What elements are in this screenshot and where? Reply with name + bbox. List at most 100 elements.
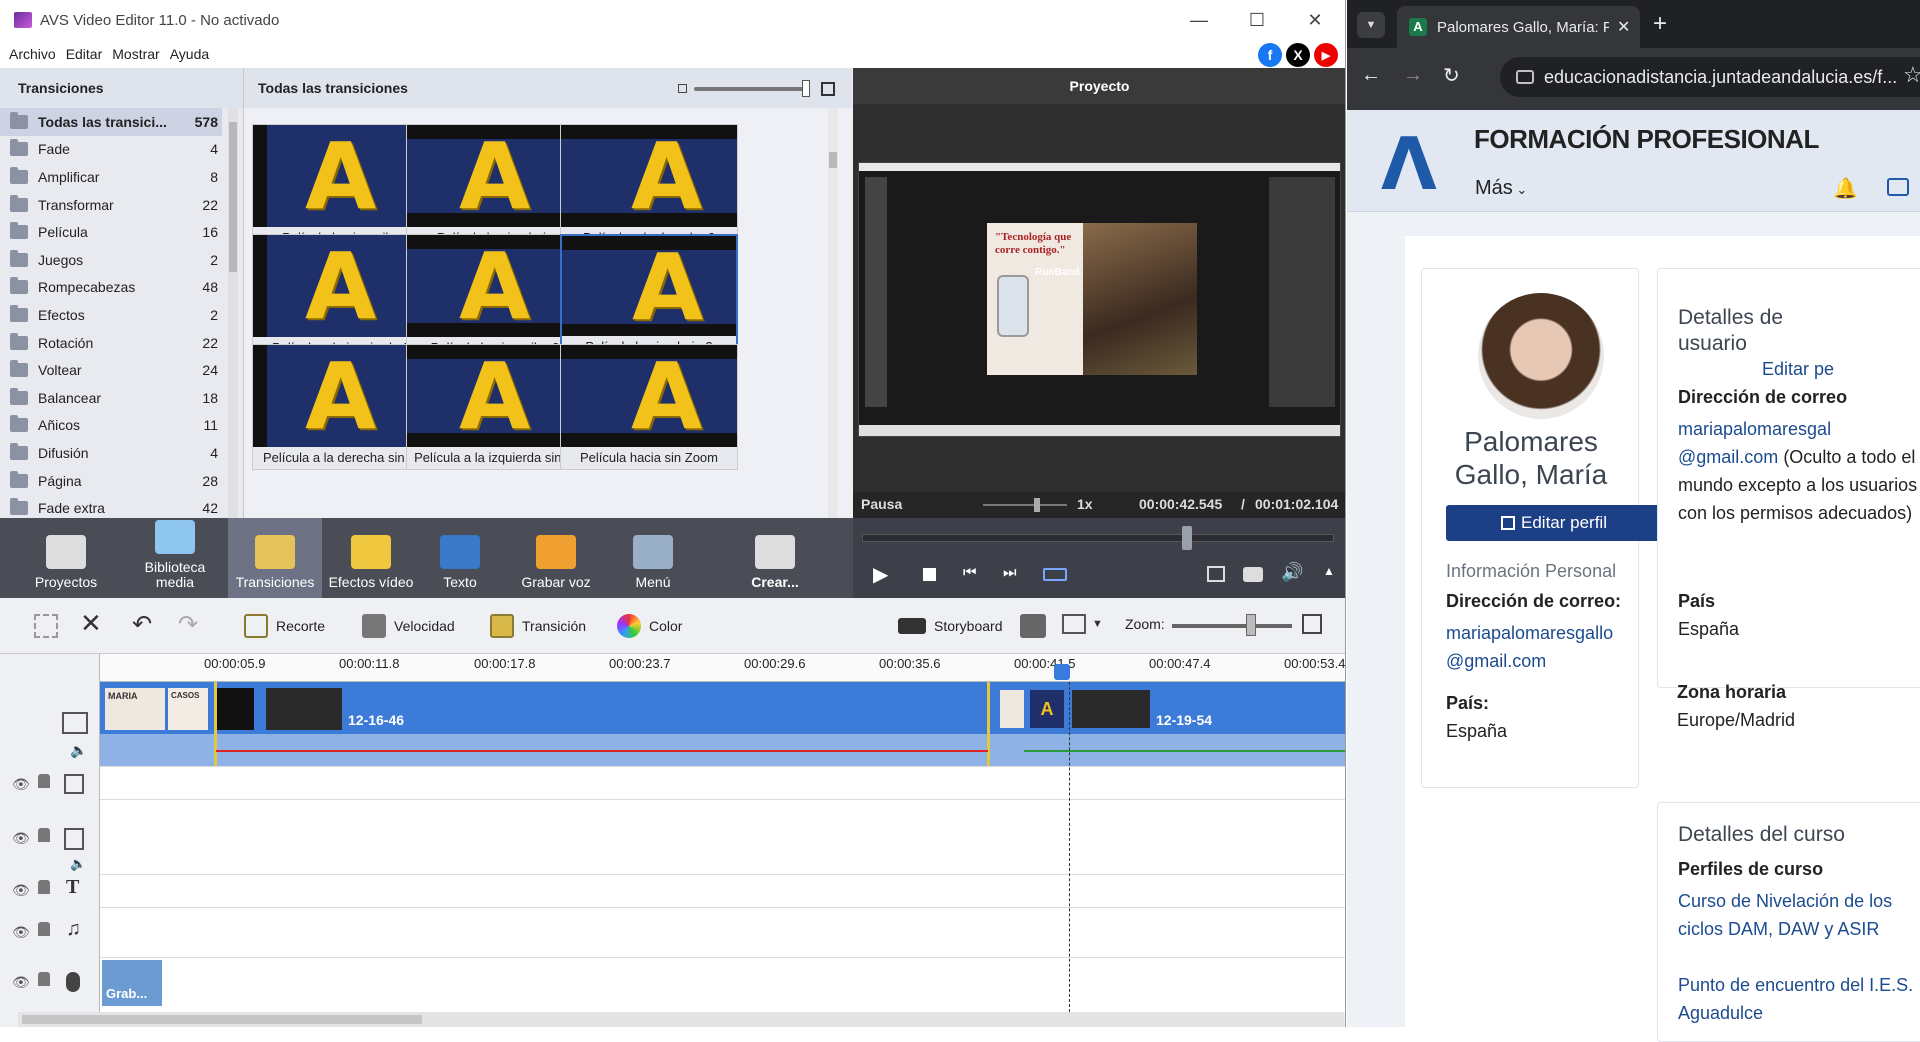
timeline-h-scroll-thumb[interactable]: [22, 1015, 422, 1024]
audio-mixer-icon[interactable]: [1020, 614, 1046, 638]
toolbar-grabar-voz-button[interactable]: Grabar voz: [506, 518, 606, 598]
category-scrollbar[interactable]: [228, 108, 238, 518]
visibility-eye-icon[interactable]: 👁: [12, 776, 30, 793]
audio-volume-line-1[interactable]: [216, 750, 988, 752]
large-thumbs-icon[interactable]: [821, 82, 835, 96]
undo-icon[interactable]: ↶: [132, 610, 152, 639]
transition-tile[interactable]: APelícula a la derecha 2: [560, 124, 738, 250]
tab-close-icon[interactable]: ✕: [1617, 17, 1630, 37]
toolbar-proyectos-button[interactable]: Proyectos: [20, 518, 112, 598]
small-thumbs-icon[interactable]: [678, 84, 687, 93]
profile-email-link[interactable]: mariapalomaresgallo @gmail.com: [1446, 619, 1646, 675]
site-info-icon[interactable]: [1516, 70, 1534, 84]
visibility-eye-icon[interactable]: 👁: [12, 974, 30, 991]
seek-handle[interactable]: [1182, 526, 1192, 550]
toolbar-menú-button[interactable]: Menú: [612, 518, 694, 598]
seek-bar[interactable]: [862, 534, 1334, 542]
snapshot-icon[interactable]: [1243, 567, 1263, 582]
toolbar-texto-button[interactable]: Texto: [420, 518, 500, 598]
category-item[interactable]: Efectos 2: [0, 301, 222, 329]
lock-icon[interactable]: [38, 774, 50, 788]
close-button[interactable]: ✕: [1286, 0, 1344, 40]
transition-tile[interactable]: A Película hacia sin Zoom: [560, 344, 738, 470]
category-scroll-thumb[interactable]: [229, 122, 237, 272]
playback-speed[interactable]: 1x: [1077, 496, 1093, 512]
transition-tile[interactable]: APelícula hacia arriba: [252, 124, 430, 250]
transicion-button[interactable]: Transición: [490, 598, 586, 654]
timeline-ruler[interactable]: 00:00:05.9 00:00:11.8 00:00:17.8 00:00:23.7…: [100, 654, 1345, 682]
more-menu[interactable]: Más ⌄: [1475, 177, 1527, 200]
transition-tile[interactable]: A Película a la izquierda sin ...: [406, 344, 584, 470]
lock-icon[interactable]: [38, 972, 50, 986]
category-item[interactable]: Fade 4: [0, 136, 222, 164]
new-tab-icon[interactable]: +: [1653, 10, 1667, 38]
maximize-button[interactable]: ☐: [1228, 0, 1286, 40]
fullscreen-toggle-icon[interactable]: [1043, 568, 1067, 581]
youtube-icon[interactable]: ▶: [1314, 43, 1338, 67]
category-item[interactable]: Juegos 2: [0, 246, 222, 274]
transition-tile[interactable]: APelícula a la izquierda 2: [252, 234, 430, 360]
edit-profile-link[interactable]: Editar pe: [1762, 359, 1834, 380]
category-item[interactable]: Voltear 24: [0, 356, 222, 384]
category-item[interactable]: Película 16: [0, 218, 222, 246]
lock-icon[interactable]: [38, 828, 50, 842]
category-item[interactable]: Todas las transici... 578: [0, 108, 222, 136]
messages-icon[interactable]: [1887, 178, 1909, 196]
facebook-icon[interactable]: f: [1258, 43, 1282, 67]
mute-overlay-icon[interactable]: 🔈: [70, 856, 86, 872]
mute-track-icon[interactable]: 🔈: [70, 742, 87, 759]
video-clip-1[interactable]: MARIA CASOS 12-16-46: [100, 682, 989, 734]
category-item[interactable]: Amplificar 8: [0, 163, 222, 191]
toolbar-efectos-vídeo-button[interactable]: Efectos vídeo: [322, 518, 420, 598]
prev-frame-icon[interactable]: ⏮: [963, 564, 977, 581]
timeline-h-scrollbar[interactable]: [18, 1012, 1344, 1027]
voice-clip[interactable]: Grab...: [102, 960, 162, 1006]
aspect-ratio-icon[interactable]: [1062, 614, 1086, 634]
delete-icon[interactable]: ✕: [80, 608, 102, 639]
browser-tab[interactable]: A Palomares Gallo, María: Perfil p ✕: [1397, 6, 1640, 48]
thumb-size-slider-handle[interactable]: [802, 80, 810, 97]
visibility-eye-icon[interactable]: 👁: [12, 924, 30, 941]
edit-profile-button[interactable]: Editar perfil: [1446, 505, 1662, 541]
transition-tile[interactable]: APelícula hacia abajo: [406, 124, 584, 250]
minimize-button[interactable]: —: [1170, 0, 1228, 40]
zoom-slider-handle[interactable]: [1246, 614, 1256, 636]
url-bar[interactable]: educacionadistancia.juntadeandalucia.es/…: [1500, 57, 1920, 97]
popout-icon[interactable]: [1207, 566, 1225, 582]
expand-up-icon[interactable]: ▲: [1323, 564, 1335, 578]
course-link-2[interactable]: Punto de encuentro del I.E.S. Aguadulce: [1678, 971, 1920, 1027]
split-icon[interactable]: [34, 614, 58, 638]
video-clip-2[interactable]: A 12-19-54: [990, 682, 1345, 734]
volume-slider-handle[interactable]: [1034, 498, 1040, 512]
next-frame-icon[interactable]: ⏭: [1003, 564, 1017, 581]
gallery-scroll-thumb[interactable]: [829, 152, 837, 168]
menu-editar[interactable]: Editar: [66, 46, 103, 62]
speaker-icon[interactable]: 🔊: [1281, 562, 1303, 583]
menu-ayuda[interactable]: Ayuda: [170, 46, 209, 62]
volume-slider[interactable]: [983, 504, 1067, 506]
toolbar-transiciones-button[interactable]: Transiciones: [228, 518, 322, 598]
tab-search-icon[interactable]: ▼: [1357, 12, 1385, 38]
play-icon[interactable]: ▶: [873, 562, 888, 587]
menu-archivo[interactable]: Archivo: [9, 46, 56, 62]
audio-volume-line-2[interactable]: [1024, 750, 1345, 752]
category-item[interactable]: Página 28: [0, 467, 222, 495]
toolbar-biblioteca-media-button[interactable]: Biblioteca media: [124, 518, 226, 598]
notifications-bell-icon[interactable]: 🔔: [1833, 176, 1858, 201]
thumb-size-slider[interactable]: [694, 87, 804, 91]
category-item[interactable]: Difusión 4: [0, 439, 222, 467]
storyboard-button[interactable]: Storyboard: [898, 598, 1002, 654]
stop-icon[interactable]: [923, 568, 936, 581]
fit-timeline-icon[interactable]: [1302, 614, 1322, 634]
color-button[interactable]: Color: [617, 598, 682, 654]
back-icon[interactable]: ←: [1361, 64, 1381, 87]
transition-tile[interactable]: APelícula hacia abajo 2: [560, 234, 738, 360]
gallery-scrollbar[interactable]: [828, 108, 838, 518]
playhead-handle[interactable]: [1054, 664, 1070, 680]
aspect-dropdown-icon[interactable]: ▼: [1092, 618, 1103, 630]
visibility-eye-icon[interactable]: 👁: [12, 882, 30, 899]
transition-tile[interactable]: A Película a la derecha sin ...: [252, 344, 430, 470]
category-item[interactable]: Transformar 22: [0, 191, 222, 219]
lock-icon[interactable]: [38, 880, 50, 894]
transition-tile[interactable]: APelícula hacia arriba 2: [406, 234, 584, 360]
